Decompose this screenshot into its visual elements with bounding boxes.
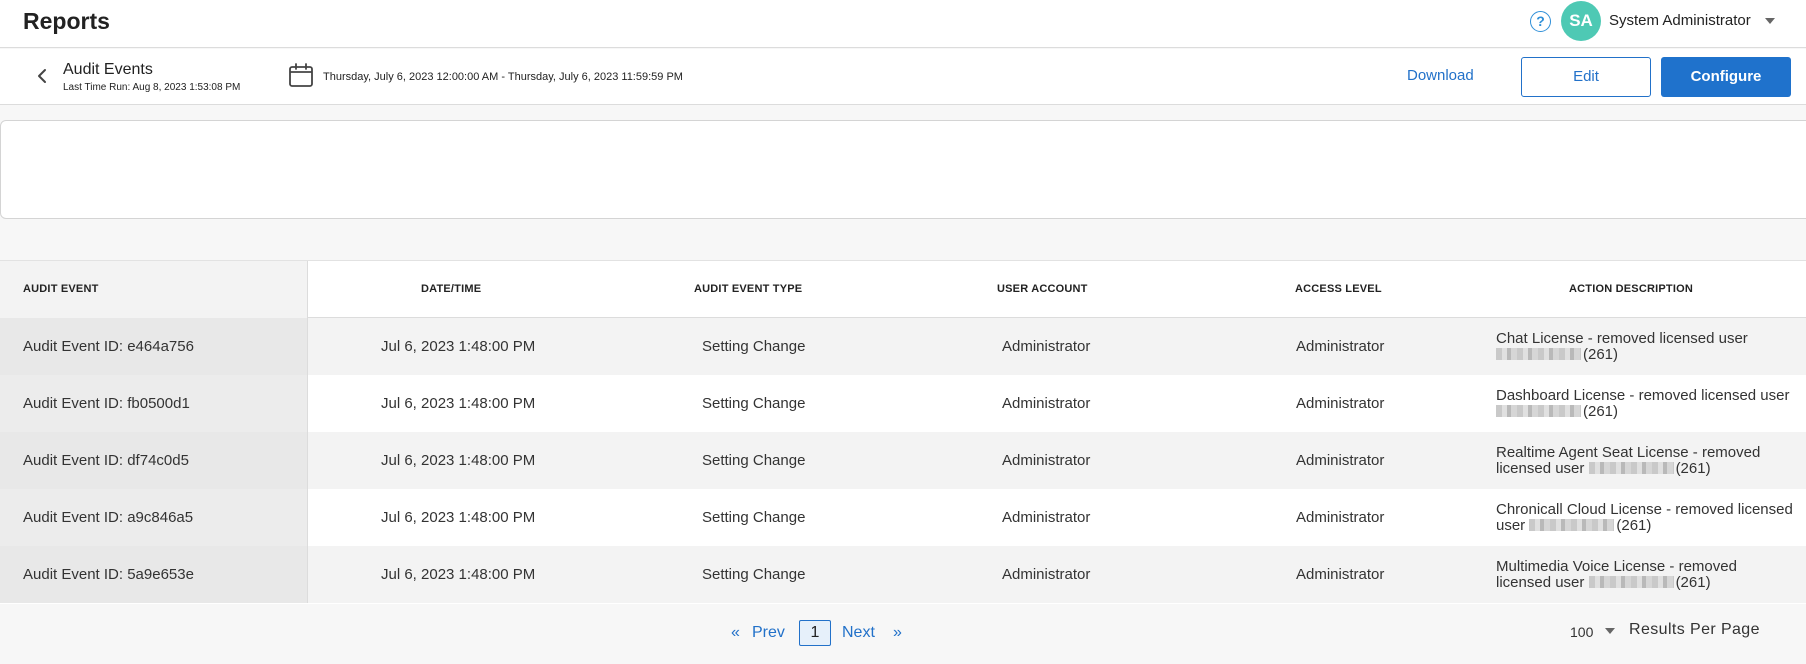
- event-type-cell: Setting Change: [702, 509, 806, 526]
- datetime-cell: Jul 6, 2023 1:48:00 PM: [381, 566, 536, 583]
- report-toolbar: Audit Events Last Time Run: Aug 8, 2023 …: [0, 49, 1806, 105]
- chart-panel: [0, 120, 1806, 219]
- access-level-cell: Administrator: [1296, 509, 1385, 526]
- datetime-cell: Jul 6, 2023 1:48:00 PM: [381, 395, 536, 412]
- description-text: Dashboard License - removed licensed use…: [1496, 387, 1790, 404]
- action-description-cell: Realtime Agent Seat License - removed li…: [1496, 445, 1796, 477]
- help-icon[interactable]: ?: [1530, 11, 1551, 32]
- redacted-name: [1496, 405, 1581, 417]
- audit-event-cell: Audit Event ID: a9c846a5: [0, 489, 308, 546]
- event-type-cell: Setting Change: [702, 566, 806, 583]
- audit-event-cell: Audit Event ID: fb0500d1: [0, 375, 308, 432]
- user-account-cell: Administrator: [1002, 338, 1091, 355]
- column-header-action-description[interactable]: ACTION DESCRIPTION: [1569, 261, 1693, 318]
- access-level-cell: Administrator: [1296, 566, 1385, 583]
- description-suffix: (261): [1583, 346, 1619, 363]
- chevron-down-icon[interactable]: [1763, 14, 1777, 28]
- page-title: Reports: [23, 8, 110, 34]
- configure-button[interactable]: Configure: [1661, 57, 1791, 97]
- action-description-cell: Dashboard License - removed licensed use…: [1496, 388, 1796, 420]
- event-type-cell: Setting Change: [702, 395, 806, 412]
- report-name: Audit Events: [63, 61, 153, 78]
- description-suffix: (261): [1675, 460, 1711, 477]
- user-account-cell: Administrator: [1002, 395, 1091, 412]
- action-description-cell: Multimedia Voice License - removed licen…: [1496, 559, 1796, 591]
- table-header: AUDIT EVENT DATE/TIME AUDIT EVENT TYPE U…: [0, 261, 1806, 318]
- description-suffix: (261): [1583, 403, 1619, 420]
- datetime-cell: Jul 6, 2023 1:48:00 PM: [381, 452, 536, 469]
- chevron-down-icon[interactable]: [1603, 624, 1617, 638]
- column-header-access-level[interactable]: ACCESS LEVEL: [1295, 261, 1382, 318]
- column-header-event-type[interactable]: AUDIT EVENT TYPE: [694, 261, 802, 318]
- edit-button[interactable]: Edit: [1521, 57, 1651, 97]
- first-page-link[interactable]: «: [731, 624, 740, 642]
- user-menu-name[interactable]: System Administrator: [1609, 12, 1751, 29]
- prev-page-link[interactable]: Prev: [752, 624, 785, 642]
- description-suffix: (261): [1675, 574, 1711, 591]
- redacted-name: [1529, 519, 1615, 531]
- results-per-page-label: Results Per Page: [1629, 621, 1760, 638]
- access-level-cell: Administrator: [1296, 452, 1385, 469]
- back-arrow-icon[interactable]: [34, 66, 52, 86]
- column-header-user-account[interactable]: USER ACCOUNT: [997, 261, 1088, 318]
- top-bar: Reports ? SA System Administrator: [0, 0, 1806, 48]
- download-button[interactable]: Download: [1407, 67, 1474, 84]
- last-run-text: Last Time Run: Aug 8, 2023 1:53:08 PM: [63, 82, 241, 93]
- event-type-cell: Setting Change: [702, 338, 806, 355]
- user-account-cell: Administrator: [1002, 509, 1091, 526]
- table-row[interactable]: Audit Event ID: 5a9e653e Jul 6, 2023 1:4…: [0, 546, 1806, 603]
- date-range-text[interactable]: Thursday, July 6, 2023 12:00:00 AM - Thu…: [323, 71, 683, 83]
- action-description-cell: Chat License - removed licensed user (26…: [1496, 331, 1796, 363]
- table-row[interactable]: Audit Event ID: df74c0d5 Jul 6, 2023 1:4…: [0, 432, 1806, 489]
- access-level-cell: Administrator: [1296, 395, 1385, 412]
- user-account-cell: Administrator: [1002, 452, 1091, 469]
- audit-events-table: AUDIT EVENT DATE/TIME AUDIT EVENT TYPE U…: [0, 260, 1806, 604]
- last-page-link[interactable]: »: [893, 624, 902, 642]
- user-account-cell: Administrator: [1002, 566, 1091, 583]
- next-page-link[interactable]: Next: [842, 624, 875, 642]
- action-description-cell: Chronicall Cloud License - removed licen…: [1496, 502, 1796, 534]
- description-text: Chat License - removed licensed user: [1496, 330, 1748, 347]
- column-header-audit-event[interactable]: AUDIT EVENT: [0, 261, 308, 318]
- audit-event-cell: Audit Event ID: df74c0d5: [0, 432, 308, 489]
- table-row[interactable]: Audit Event ID: fb0500d1 Jul 6, 2023 1:4…: [0, 375, 1806, 432]
- datetime-cell: Jul 6, 2023 1:48:00 PM: [381, 509, 536, 526]
- table-row[interactable]: Audit Event ID: a9c846a5 Jul 6, 2023 1:4…: [0, 489, 1806, 546]
- redacted-name: [1496, 348, 1581, 360]
- audit-event-cell: Audit Event ID: e464a756: [0, 318, 308, 375]
- redacted-name: [1588, 576, 1674, 588]
- table-row[interactable]: Audit Event ID: e464a756 Jul 6, 2023 1:4…: [0, 318, 1806, 375]
- audit-event-cell: Audit Event ID: 5a9e653e: [0, 546, 308, 603]
- access-level-cell: Administrator: [1296, 338, 1385, 355]
- column-header-datetime[interactable]: DATE/TIME: [421, 261, 481, 318]
- description-suffix: (261): [1616, 517, 1652, 534]
- redacted-name: [1588, 462, 1674, 474]
- current-page-button[interactable]: 1: [799, 620, 831, 646]
- pagination-bar: « Prev 1 Next » 100 Results Per Page: [0, 605, 1806, 664]
- results-per-page-select[interactable]: 100: [1570, 624, 1593, 640]
- avatar[interactable]: SA: [1561, 1, 1601, 41]
- event-type-cell: Setting Change: [702, 452, 806, 469]
- datetime-cell: Jul 6, 2023 1:48:00 PM: [381, 338, 536, 355]
- calendar-icon[interactable]: [288, 62, 314, 88]
